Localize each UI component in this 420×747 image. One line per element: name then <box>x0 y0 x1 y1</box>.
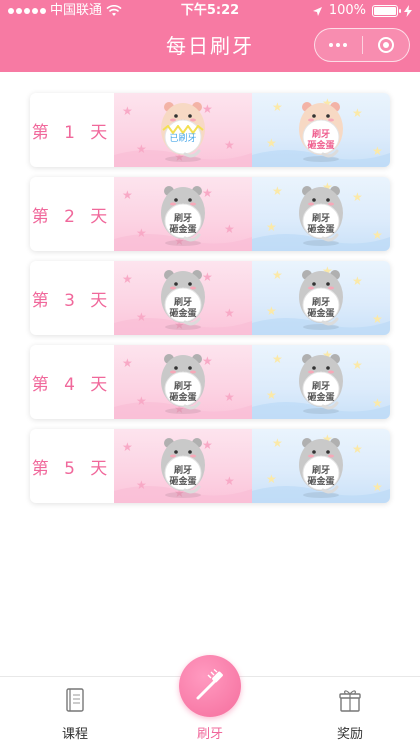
star-icon: ★ <box>136 142 147 156</box>
day-card: 第 4 天★★★★★ 刷牙 砸金蛋★★★★★ 刷牙 砸金蛋 <box>30 345 390 419</box>
brush-button[interactable] <box>179 655 241 717</box>
star-icon: ★ <box>266 388 277 402</box>
tab-bar: 课程 刷牙 奖励 <box>0 655 420 747</box>
book-icon <box>66 688 84 712</box>
morning-status-text: 刷牙 砸金蛋 <box>169 382 197 403</box>
star-icon: ★ <box>272 436 283 450</box>
star-icon: ★ <box>122 104 133 118</box>
mini-program-capsule <box>314 28 410 62</box>
day-card: 第 1 天★★★★★ 已刷牙★★★★★ 刷牙 砸金蛋 <box>30 93 390 167</box>
battery-icon <box>372 5 401 17</box>
tab-reward-label: 奖励 <box>336 727 363 742</box>
day-label: 第 1 天 <box>31 122 113 143</box>
morning-slot[interactable]: ★★★★★ 已刷牙 <box>114 93 252 167</box>
day-label: 第 5 天 <box>31 458 113 479</box>
charging-icon <box>404 5 412 17</box>
star-icon: ★ <box>224 306 235 320</box>
star-icon: ★ <box>224 222 235 236</box>
morning-slot[interactable]: ★★★★★ 刷牙 砸金蛋 <box>114 429 252 503</box>
morning-status-text: 刷牙 砸金蛋 <box>169 214 197 235</box>
star-icon: ★ <box>136 226 147 240</box>
day-label: 第 3 天 <box>31 290 113 311</box>
star-icon: ★ <box>372 312 383 326</box>
morning-slot[interactable]: ★★★★★ 刷牙 砸金蛋 <box>114 261 252 335</box>
morning-status-text: 已刷牙 <box>169 134 197 144</box>
evening-slot[interactable]: ★ ★ ★ ★ ★ 刷牙 砸金蛋 <box>252 345 390 419</box>
more-button[interactable] <box>315 43 362 47</box>
evening-status-text: 刷牙 砸金蛋 <box>307 382 335 403</box>
tab-reward[interactable]: 奖励 <box>290 677 410 747</box>
tab-course-label: 课程 <box>61 727 88 742</box>
morning-slot[interactable]: ★★★★★ 刷牙 砸金蛋 <box>114 345 252 419</box>
evening-status-text: 刷牙 砸金蛋 <box>307 466 335 487</box>
star-icon: ★ <box>352 106 363 120</box>
star-icon: ★ <box>122 440 133 454</box>
evening-slot[interactable]: ★ ★ ★ ★ ★ 刷牙 砸金蛋 <box>252 177 390 251</box>
evening-slot[interactable]: ★ ★ ★ ★ ★ 刷牙 砸金蛋 <box>252 93 390 167</box>
star-icon: ★ <box>266 220 277 234</box>
toothbrush-icon <box>196 669 223 700</box>
close-ring-icon <box>377 37 394 53</box>
star-icon: ★ <box>266 472 277 486</box>
nav-header: 中国联通 下午5:22 100% 每日刷牙 <box>0 0 420 72</box>
star-icon: ★ <box>272 268 283 282</box>
tab-course[interactable]: 课程 <box>15 677 135 747</box>
morning-slot[interactable]: ★★★★★ 刷牙 砸金蛋 <box>114 177 252 251</box>
star-icon: ★ <box>352 190 363 204</box>
star-icon: ★ <box>372 396 383 410</box>
tab-brush-label: 刷牙 <box>196 727 223 742</box>
morning-status-text: 刷牙 砸金蛋 <box>169 298 197 319</box>
star-icon: ★ <box>352 274 363 288</box>
day-list: 第 1 天★★★★★ 已刷牙★★★★★ 刷牙 砸金蛋第 2 天★★★★★ <box>30 93 390 513</box>
star-icon: ★ <box>372 228 383 242</box>
star-icon: ★ <box>136 394 147 408</box>
star-icon: ★ <box>136 310 147 324</box>
tab-brush[interactable]: 刷牙 <box>150 655 270 747</box>
star-icon: ★ <box>224 138 235 152</box>
star-icon: ★ <box>272 100 283 114</box>
star-icon: ★ <box>266 136 277 150</box>
day-card: 第 2 天★★★★★ 刷牙 砸金蛋★★★★★ 刷牙 砸金蛋 <box>30 177 390 251</box>
morning-status-text: 刷牙 砸金蛋 <box>169 466 197 487</box>
star-icon: ★ <box>122 272 133 286</box>
star-icon: ★ <box>372 144 383 158</box>
location-icon <box>312 6 322 16</box>
star-icon: ★ <box>272 352 283 366</box>
close-button[interactable] <box>363 37 410 53</box>
star-icon: ★ <box>352 358 363 372</box>
star-icon: ★ <box>372 480 383 494</box>
status-right: 100% <box>312 0 412 22</box>
day-card: 第 5 天★★★★★ 刷牙 砸金蛋★★★★★ 刷牙 砸金蛋 <box>30 429 390 503</box>
evening-status-text: 刷牙 砸金蛋 <box>307 214 335 235</box>
day-card: 第 3 天★★★★★ 刷牙 砸金蛋★★★★★ 刷牙 砸金蛋 <box>30 261 390 335</box>
star-icon: ★ <box>136 478 147 492</box>
evening-slot[interactable]: ★ ★ ★ ★ ★ 刷牙 砸金蛋 <box>252 429 390 503</box>
evening-status-text: 刷牙 砸金蛋 <box>307 130 335 151</box>
battery-text: 100% <box>328 3 366 18</box>
day-label: 第 4 天 <box>31 374 113 395</box>
day-label: 第 2 天 <box>31 206 113 227</box>
star-icon: ★ <box>224 390 235 404</box>
evening-slot[interactable]: ★ ★ ★ ★ ★ 刷牙 砸金蛋 <box>252 261 390 335</box>
evening-status-text: 刷牙 砸金蛋 <box>307 298 335 319</box>
star-icon: ★ <box>122 356 133 370</box>
star-icon: ★ <box>352 442 363 456</box>
star-icon: ★ <box>122 188 133 202</box>
star-icon: ★ <box>272 184 283 198</box>
status-bar: 中国联通 下午5:22 100% <box>0 0 420 22</box>
star-icon: ★ <box>224 474 235 488</box>
gift-icon <box>339 690 361 712</box>
star-icon: ★ <box>266 304 277 318</box>
